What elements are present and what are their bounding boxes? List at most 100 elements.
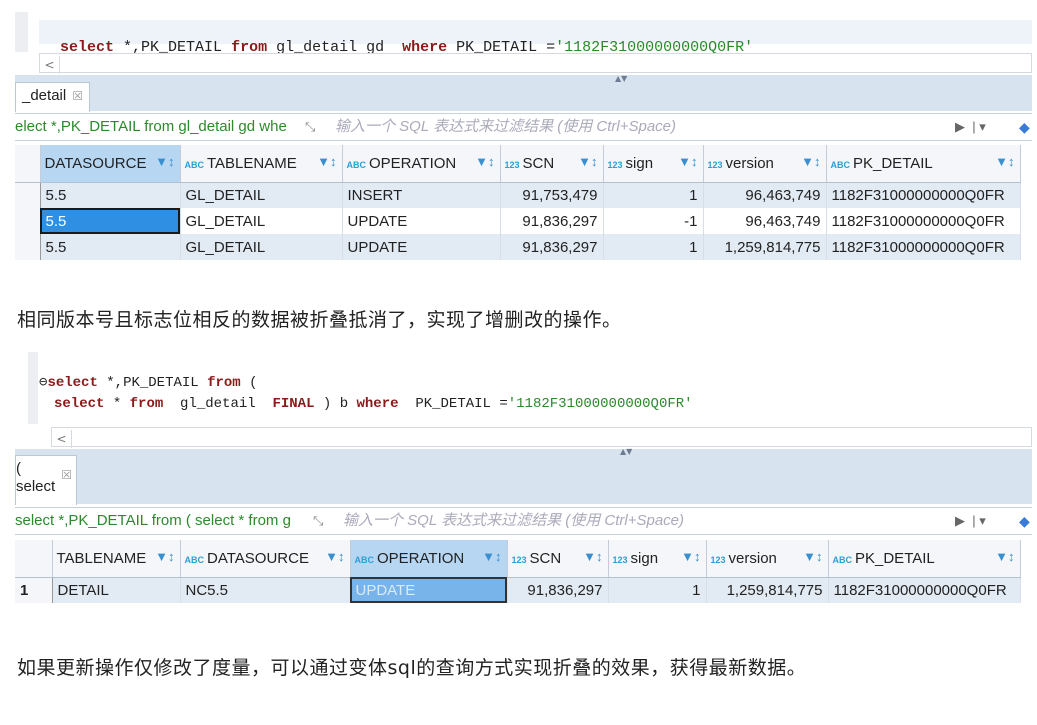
table-cell[interactable]: UPDATE — [342, 234, 501, 260]
filter-sort-icon[interactable]: ▼↕ — [482, 549, 501, 564]
column-name: sign — [625, 154, 654, 172]
filter-sort-icon[interactable]: ▼↕ — [801, 154, 820, 169]
column-name: PK_DETAIL — [853, 154, 933, 172]
row-number[interactable] — [15, 208, 41, 234]
eraser-icon[interactable]: ◆ — [1019, 508, 1030, 534]
screenshot-query-1: select *,PK_DETAIL from gl_detail gd whe… — [15, 12, 1032, 270]
filter-sort-icon[interactable]: ▼↕ — [995, 154, 1014, 169]
row-number[interactable] — [15, 234, 41, 260]
table-cell[interactable]: 5.5 — [40, 234, 181, 260]
column-header-version[interactable]: 123 version ▼↕ — [703, 145, 827, 183]
table-cell[interactable]: GL_DETAIL — [180, 182, 343, 208]
close-tab-icon[interactable]: ☒ — [72, 89, 83, 103]
table-cell[interactable]: 1 — [603, 182, 704, 208]
column-header-pk-detail[interactable]: ABC PK_DETAIL ▼↕ — [828, 540, 1021, 578]
column-name: SCN — [529, 549, 562, 567]
filter-sort-icon[interactable]: ▼↕ — [155, 154, 174, 169]
table-cell[interactable]: 91,753,479 — [500, 182, 604, 208]
filter-sort-icon[interactable]: ▼↕ — [681, 549, 700, 564]
filter-sort-icon[interactable]: ▼↕ — [475, 154, 494, 169]
table-cell[interactable]: 1 — [603, 234, 704, 260]
filter-input[interactable]: 输入一个 SQL 表达式来过滤结果 (使用 Ctrl+Space) — [343, 508, 684, 534]
table-cell[interactable]: 91,836,297 — [500, 208, 604, 234]
column-header-scn[interactable]: 123 SCN ▼↕ — [507, 540, 609, 578]
column-header-datasource[interactable]: DATASOURCE ▼↕ — [40, 145, 181, 183]
table-cell[interactable]: 96,463,749 — [703, 208, 827, 234]
table-row[interactable]: 5.5 GL_DETAIL INSERT 91,753,479 1 96,463,749 1… — [15, 182, 1021, 208]
filter-sort-icon[interactable]: ▼↕ — [578, 154, 597, 169]
sql-line-2[interactable]: select * from gl_detail FINAL ) b where … — [54, 396, 693, 412]
table-cell[interactable]: 1182F31000000000Q0FR — [826, 182, 1021, 208]
table-cell[interactable]: 1,259,814,775 — [706, 577, 829, 603]
sql-line-1[interactable]: ⊖select *,PK_DETAIL from ( — [39, 374, 258, 391]
column-header-sign[interactable]: 123 sign ▼↕ — [603, 145, 704, 183]
table-row[interactable]: 5.5 GL_DETAIL UPDATE 91,836,297 1 1,259,814,7… — [15, 234, 1021, 260]
filter-sort-icon[interactable]: ▼↕ — [317, 154, 336, 169]
eraser-icon[interactable]: ◆ — [1019, 114, 1030, 140]
sql-text: *,PK_DETAIL — [97, 375, 208, 391]
sql-keyword: FINAL — [272, 396, 315, 412]
editor-gutter — [28, 352, 38, 424]
results-tab[interactable]: ( select☒ — [15, 455, 77, 505]
results-tab[interactable]: _detail ☒ — [15, 82, 90, 112]
column-header-version[interactable]: 123 version ▼↕ — [706, 540, 829, 578]
table-cell[interactable]: 96,463,749 — [703, 182, 827, 208]
table-cell[interactable]: UPDATE — [342, 208, 501, 234]
column-header-sign[interactable]: 123 sign ▼↕ — [608, 540, 707, 578]
filter-sort-icon[interactable]: ▼↕ — [803, 549, 822, 564]
row-number[interactable]: 1 — [15, 577, 53, 603]
column-header-pk-detail[interactable]: ABC PK_DETAIL ▼↕ — [826, 145, 1021, 183]
table-cell[interactable]: -1 — [603, 208, 704, 234]
query-text: elect *,PK_DETAIL from gl_detail gd whe — [15, 118, 287, 135]
column-header-scn[interactable]: 123 SCN ▼↕ — [500, 145, 604, 183]
filter-controls[interactable]: ▶ | ▾ — [955, 114, 986, 140]
table-cell[interactable]: GL_DETAIL — [180, 208, 343, 234]
horizontal-scrollbar[interactable]: < — [51, 427, 1032, 448]
column-header-tablename[interactable]: ABC TABLENAME ▼↕ — [180, 145, 343, 183]
table-cell[interactable]: 91,836,297 — [500, 234, 604, 260]
table-cell[interactable]: INSERT — [342, 182, 501, 208]
horizontal-scrollbar[interactable]: < — [39, 53, 1032, 74]
filter-sort-icon[interactable]: ▼↕ — [678, 154, 697, 169]
column-name: DATASOURCE — [207, 549, 309, 567]
column-header-operation[interactable]: ABC OPERATION ▼↕ — [342, 145, 501, 183]
table-cell[interactable]: 1182F31000000000Q0FR — [826, 234, 1021, 260]
table-cell[interactable]: 1,259,814,775 — [703, 234, 827, 260]
column-header-tablename[interactable]: TABLENAME ▼↕ — [52, 540, 181, 578]
sql-text: ( — [240, 375, 258, 391]
filter-sort-icon[interactable]: ▼↕ — [583, 549, 602, 564]
table-cell[interactable]: 91,836,297 — [507, 577, 609, 603]
type-icon: 123 — [612, 554, 628, 565]
row-number[interactable] — [15, 182, 41, 208]
table-cell[interactable]: 5.5 — [40, 208, 181, 234]
filter-sort-icon[interactable]: ▼↕ — [155, 549, 174, 564]
table-cell[interactable]: 5.5 — [40, 182, 181, 208]
sql-text: gl_detail — [163, 396, 273, 412]
table-row[interactable]: 5.5 GL_DETAIL UPDATE 91,836,297 -1 96,463,749… — [15, 208, 1021, 234]
table-cell[interactable]: UPDATE — [350, 577, 508, 603]
scroll-left-icon[interactable]: < — [52, 430, 72, 448]
table-cell[interactable]: 1 — [608, 577, 707, 603]
filter-input[interactable]: 输入一个 SQL 表达式来过滤结果 (使用 Ctrl+Space) — [335, 114, 676, 140]
column-header-datasource[interactable]: ABC DATASOURCE ▼↕ — [180, 540, 351, 578]
column-header-operation[interactable]: ABC OPERATION ▼↕ — [350, 540, 508, 578]
filter-sort-icon[interactable]: ▼↕ — [995, 549, 1014, 564]
table-cell[interactable]: 1182F31000000000Q0FR — [826, 208, 1021, 234]
expand-icon[interactable]: ⤡ — [305, 114, 315, 140]
table-cell[interactable]: DETAIL — [52, 577, 181, 603]
expand-icon[interactable]: ⤡ — [313, 508, 323, 534]
filter-sort-icon[interactable]: ▼↕ — [325, 549, 344, 564]
table-cell[interactable]: GL_DETAIL — [180, 234, 343, 260]
filter-controls[interactable]: ▶ | ▾ — [955, 508, 986, 534]
type-icon: ABC — [832, 554, 853, 565]
tab-label-line-2: select — [16, 478, 56, 495]
table-cell[interactable]: NC5.5 — [180, 577, 351, 603]
table-row[interactable]: 1 DETAIL NC5.5 UPDATE 91,836,297 1 1,259,814,7… — [15, 577, 1021, 603]
editor-gutter — [15, 12, 28, 52]
maximize-arrows-icon[interactable]: ▲▼ — [615, 74, 627, 83]
maximize-arrows-icon[interactable]: ▲▼ — [620, 447, 632, 456]
table-cell[interactable]: 1182F31000000000Q0FR — [828, 577, 1021, 603]
close-tab-icon[interactable]: ☒ — [61, 468, 72, 482]
scroll-left-icon[interactable]: < — [40, 56, 60, 74]
sql-keyword: from — [129, 396, 164, 412]
